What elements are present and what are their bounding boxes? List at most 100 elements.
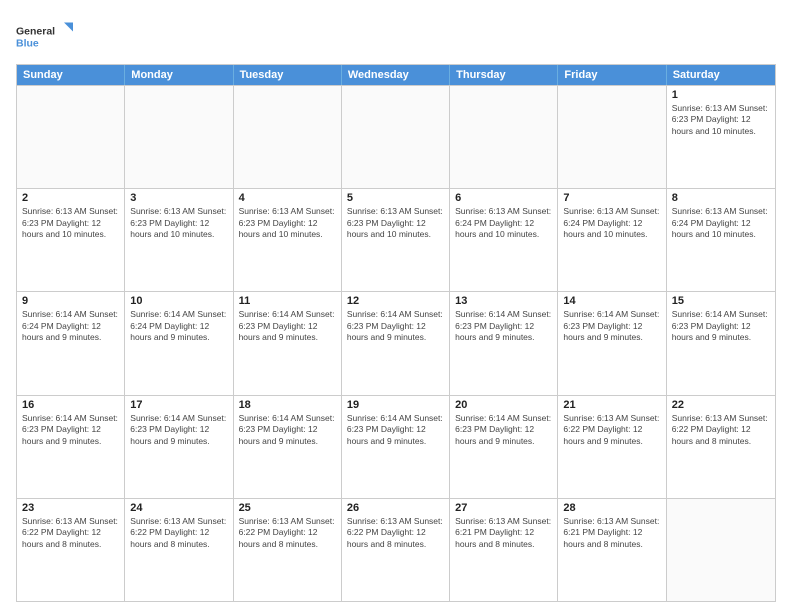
day-number: 2 (22, 192, 119, 204)
day-info: Sunrise: 6:13 AM Sunset: 6:22 PM Dayligh… (347, 516, 444, 550)
day-number: 3 (130, 192, 227, 204)
day-info: Sunrise: 6:14 AM Sunset: 6:23 PM Dayligh… (239, 309, 336, 343)
day-cell-22: 22 Sunrise: 6:13 AM Sunset: 6:22 PM Dayli… (667, 396, 775, 498)
day-info: Sunrise: 6:13 AM Sunset: 6:24 PM Dayligh… (455, 206, 552, 240)
day-number: 22 (672, 399, 770, 411)
day-number: 9 (22, 295, 119, 307)
day-cell-empty (342, 86, 450, 188)
day-info: Sunrise: 6:14 AM Sunset: 6:24 PM Dayligh… (22, 309, 119, 343)
weekday-header-thursday: Thursday (450, 65, 558, 85)
day-cell-3: 3 Sunrise: 6:13 AM Sunset: 6:23 PM Daylig… (125, 189, 233, 291)
day-cell-13: 13 Sunrise: 6:14 AM Sunset: 6:23 PM Dayli… (450, 292, 558, 394)
day-cell-27: 27Sunrise: 6:13 AM Sunset: 6:21 PM Dayli… (450, 499, 558, 601)
day-cell-17: 17Sunrise: 6:14 AM Sunset: 6:23 PM Dayli… (125, 396, 233, 498)
calendar-header: SundayMondayTuesdayWednesdayThursdayFrid… (17, 65, 775, 85)
day-cell-19: 19 Sunrise: 6:14 AM Sunset: 6:23 PM Dayli… (342, 396, 450, 498)
day-cell-empty (558, 86, 666, 188)
day-number: 24 (130, 502, 227, 514)
day-cell-25: 25 Sunrise: 6:13 AM Sunset: 6:22 PM Dayli… (234, 499, 342, 601)
day-cell-14: 14Sunrise: 6:14 AM Sunset: 6:23 PM Dayli… (558, 292, 666, 394)
day-number: 26 (347, 502, 444, 514)
day-info: Sunrise: 6:13 AM Sunset: 6:23 PM Dayligh… (22, 206, 119, 240)
weekday-header-friday: Friday (558, 65, 666, 85)
day-info: Sunrise: 6:13 AM Sunset: 6:23 PM Dayligh… (130, 206, 227, 240)
page-header: General Blue (16, 16, 776, 56)
day-cell-empty (667, 499, 775, 601)
day-number: 20 (455, 399, 552, 411)
day-info: Sunrise: 6:13 AM Sunset: 6:22 PM Dayligh… (22, 516, 119, 550)
day-number: 11 (239, 295, 336, 307)
day-info: Sunrise: 6:13 AM Sunset: 6:22 PM Dayligh… (672, 413, 770, 447)
day-cell-23: 23 Sunrise: 6:13 AM Sunset: 6:22 PM Dayli… (17, 499, 125, 601)
day-info: Sunrise: 6:13 AM Sunset: 6:21 PM Dayligh… (563, 516, 660, 550)
week-row-5: 23 Sunrise: 6:13 AM Sunset: 6:22 PM Dayli… (17, 498, 775, 601)
day-info: Sunrise: 6:14 AM Sunset: 6:23 PM Dayligh… (672, 309, 770, 343)
day-cell-empty (125, 86, 233, 188)
day-number: 6 (455, 192, 552, 204)
day-info: Sunrise: 6:13 AM Sunset: 6:23 PM Dayligh… (672, 103, 770, 137)
day-number: 12 (347, 295, 444, 307)
day-info: Sunrise: 6:14 AM Sunset: 6:23 PM Dayligh… (22, 413, 119, 447)
day-number: 18 (239, 399, 336, 411)
day-number: 15 (672, 295, 770, 307)
day-cell-1: 1 Sunrise: 6:13 AM Sunset: 6:23 PM Daylig… (667, 86, 775, 188)
day-cell-28: 28 Sunrise: 6:13 AM Sunset: 6:21 PM Dayli… (558, 499, 666, 601)
day-number: 23 (22, 502, 119, 514)
day-info: Sunrise: 6:14 AM Sunset: 6:23 PM Dayligh… (239, 413, 336, 447)
svg-text:Blue: Blue (16, 38, 39, 50)
day-info: Sunrise: 6:13 AM Sunset: 6:23 PM Dayligh… (239, 206, 336, 240)
day-cell-10: 10Sunrise: 6:14 AM Sunset: 6:24 PM Dayli… (125, 292, 233, 394)
day-info: Sunrise: 6:14 AM Sunset: 6:23 PM Dayligh… (130, 413, 227, 447)
week-row-3: 9 Sunrise: 6:14 AM Sunset: 6:24 PM Daylig… (17, 291, 775, 394)
logo: General Blue (16, 16, 76, 56)
day-cell-20: 20 Sunrise: 6:14 AM Sunset: 6:23 PM Dayli… (450, 396, 558, 498)
day-cell-4: 4 Sunrise: 6:13 AM Sunset: 6:23 PM Daylig… (234, 189, 342, 291)
day-cell-18: 18 Sunrise: 6:14 AM Sunset: 6:23 PM Dayli… (234, 396, 342, 498)
day-number: 13 (455, 295, 552, 307)
weekday-header-wednesday: Wednesday (342, 65, 450, 85)
day-cell-8: 8 Sunrise: 6:13 AM Sunset: 6:24 PM Daylig… (667, 189, 775, 291)
day-number: 21 (563, 399, 660, 411)
weekday-header-monday: Monday (125, 65, 233, 85)
day-number: 8 (672, 192, 770, 204)
day-info: Sunrise: 6:13 AM Sunset: 6:24 PM Dayligh… (563, 206, 660, 240)
day-info: Sunrise: 6:14 AM Sunset: 6:23 PM Dayligh… (455, 309, 552, 343)
day-cell-2: 2 Sunrise: 6:13 AM Sunset: 6:23 PM Daylig… (17, 189, 125, 291)
day-info: Sunrise: 6:13 AM Sunset: 6:22 PM Dayligh… (130, 516, 227, 550)
day-number: 14 (563, 295, 660, 307)
day-info: Sunrise: 6:14 AM Sunset: 6:23 PM Dayligh… (347, 413, 444, 447)
day-number: 25 (239, 502, 336, 514)
day-info: Sunrise: 6:14 AM Sunset: 6:23 PM Dayligh… (347, 309, 444, 343)
day-cell-5: 5 Sunrise: 6:13 AM Sunset: 6:23 PM Daylig… (342, 189, 450, 291)
day-info: Sunrise: 6:13 AM Sunset: 6:21 PM Dayligh… (455, 516, 552, 550)
day-cell-7: 7 Sunrise: 6:13 AM Sunset: 6:24 PM Daylig… (558, 189, 666, 291)
day-cell-9: 9 Sunrise: 6:14 AM Sunset: 6:24 PM Daylig… (17, 292, 125, 394)
day-cell-16: 16Sunrise: 6:14 AM Sunset: 6:23 PM Dayli… (17, 396, 125, 498)
calendar: SundayMondayTuesdayWednesdayThursdayFrid… (16, 64, 776, 602)
day-cell-21: 21Sunrise: 6:13 AM Sunset: 6:22 PM Dayli… (558, 396, 666, 498)
day-cell-6: 6 Sunrise: 6:13 AM Sunset: 6:24 PM Daylig… (450, 189, 558, 291)
day-cell-empty (17, 86, 125, 188)
day-number: 1 (672, 89, 770, 101)
day-cell-11: 11 Sunrise: 6:14 AM Sunset: 6:23 PM Dayli… (234, 292, 342, 394)
day-number: 7 (563, 192, 660, 204)
day-info: Sunrise: 6:13 AM Sunset: 6:23 PM Dayligh… (347, 206, 444, 240)
day-number: 19 (347, 399, 444, 411)
week-row-2: 2 Sunrise: 6:13 AM Sunset: 6:23 PM Daylig… (17, 188, 775, 291)
svg-text:General: General (16, 26, 55, 38)
day-info: Sunrise: 6:13 AM Sunset: 6:24 PM Dayligh… (672, 206, 770, 240)
day-info: Sunrise: 6:13 AM Sunset: 6:22 PM Dayligh… (239, 516, 336, 550)
weekday-header-sunday: Sunday (17, 65, 125, 85)
day-number: 5 (347, 192, 444, 204)
day-cell-empty (234, 86, 342, 188)
day-cell-empty (450, 86, 558, 188)
week-row-4: 16Sunrise: 6:14 AM Sunset: 6:23 PM Dayli… (17, 395, 775, 498)
day-cell-15: 15 Sunrise: 6:14 AM Sunset: 6:23 PM Dayli… (667, 292, 775, 394)
calendar-body: 1 Sunrise: 6:13 AM Sunset: 6:23 PM Daylig… (17, 85, 775, 601)
day-cell-12: 12 Sunrise: 6:14 AM Sunset: 6:23 PM Dayli… (342, 292, 450, 394)
logo-svg: General Blue (16, 16, 76, 56)
weekday-header-saturday: Saturday (667, 65, 775, 85)
day-number: 28 (563, 502, 660, 514)
day-info: Sunrise: 6:14 AM Sunset: 6:23 PM Dayligh… (455, 413, 552, 447)
day-number: 4 (239, 192, 336, 204)
